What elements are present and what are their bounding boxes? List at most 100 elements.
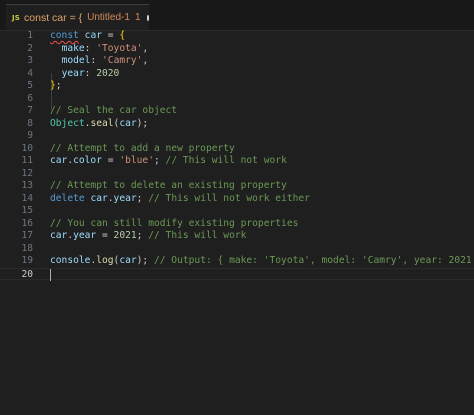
line-number: 17 [21, 230, 33, 241]
code-text: // You can still modify existing propert… [50, 218, 298, 231]
code-token: , [142, 55, 149, 66]
tab-title: const car = { [24, 11, 83, 24]
line-number: 12 [21, 167, 33, 179]
code-line[interactable]: 18 [0, 243, 474, 256]
code-token: car [50, 155, 68, 166]
code-line[interactable]: 5}; [0, 80, 474, 93]
code-token: car [119, 117, 137, 129]
code-token: // Output: { make: 'Toyota', model: 'Cam… [153, 255, 474, 266]
code-line[interactable]: 16 // You can still modify existing prope… [0, 218, 474, 231]
code-token: ; [55, 80, 62, 91]
line-number: 1 [27, 30, 33, 41]
code-token: year [73, 230, 97, 241]
code-token: 'Camry' [102, 55, 143, 66]
code-token: : [84, 42, 97, 54]
code-line[interactable]: 7 // Seal the car object [0, 105, 474, 118]
tab-untitled-1[interactable]: JS const car = { Untitled-1 1 [6, 4, 149, 30]
code-token: seal [90, 117, 114, 129]
code-token: model [61, 55, 91, 66]
code-text: // Attempt to add a new property [50, 143, 235, 156]
code-line[interactable]: 8 Object.seal(car); [0, 118, 474, 131]
code-token: ; [136, 230, 149, 241]
code-token: log [96, 255, 114, 266]
line-number: 9 [27, 130, 33, 141]
code-token: ; [153, 155, 166, 166]
text-cursor [50, 268, 51, 281]
code-line[interactable]: 12 [0, 168, 474, 181]
code-token: // This will not work either [148, 192, 310, 204]
code-token: car [90, 192, 108, 204]
code-token: 'blue' [119, 155, 154, 166]
code-token: car [119, 255, 137, 266]
code-line[interactable]: 14 delete car.year; // This will not work… [0, 193, 474, 206]
line-number: 14 [21, 192, 33, 204]
code-token: // This will not work [165, 155, 287, 166]
code-line[interactable]: 19 console.log(car); // Output: { make: '… [0, 255, 474, 268]
editor-window: JS const car = { Untitled-1 1 1 const car… [0, 0, 474, 415]
code-line[interactable]: 20 [0, 267, 474, 281]
line-number: 20 [21, 268, 33, 280]
code-token: { [119, 30, 126, 41]
tab-problem-count: 1 [134, 12, 141, 23]
code-line[interactable]: 15 [0, 205, 474, 218]
unsaved-dot-icon[interactable] [146, 14, 149, 21]
code-token: // Seal the car object [50, 105, 178, 116]
line-number: 13 [21, 180, 33, 191]
code-line[interactable]: 6 [0, 93, 474, 106]
tab-subtitle: Untitled-1 [87, 12, 130, 23]
code-token: // This will work [148, 230, 247, 241]
line-number: 16 [21, 217, 33, 229]
code-text: make: 'Toyota', [50, 42, 149, 56]
code-line[interactable]: 1 const car = { [0, 30, 474, 43]
code-text: }; [50, 80, 62, 93]
line-number: 2 [27, 42, 33, 54]
code-token: = [102, 30, 120, 41]
code-line[interactable]: 13 // Attempt to delete an existing prope… [0, 180, 474, 193]
code-line[interactable]: 11 car.color = 'blue'; // This will not w… [0, 155, 474, 168]
code-token: make [61, 42, 85, 54]
code-token: ; [136, 192, 149, 204]
code-token: car [84, 30, 102, 41]
line-number: 7 [27, 105, 33, 116]
line-number: 6 [27, 92, 33, 104]
code-token: year [61, 67, 85, 79]
code-token: // Attempt to add a new property [50, 142, 235, 154]
line-number: 8 [27, 117, 33, 129]
code-token: Object [50, 117, 85, 129]
code-line[interactable]: 10 // Attempt to add a new property [0, 143, 474, 156]
code-text: Object.seal(car); [50, 118, 148, 131]
code-text: car.color = 'blue'; // This will not wor… [50, 155, 287, 168]
code-token: color [73, 155, 102, 166]
code-editor[interactable]: 1 const car = {2 make: 'Toyota', 3 model: … [0, 30, 474, 415]
line-number: 18 [21, 242, 33, 254]
code-text: delete car.year; // This will not work e… [50, 193, 310, 206]
tab-bar: JS const car = { Untitled-1 1 [0, 0, 474, 31]
code-text: console.log(car); // Output: { make: 'To… [50, 255, 474, 268]
code-line[interactable]: 9 [0, 130, 474, 143]
code-token: : [90, 55, 103, 66]
code-token: 2021 [113, 230, 137, 241]
code-token: 'Toyota' [96, 42, 143, 54]
line-number: 15 [21, 205, 33, 216]
code-token: = [96, 230, 114, 241]
code-token: = [102, 155, 120, 166]
code-text: car.year = 2021; // This will work [50, 230, 246, 243]
code-token: // Attempt to delete an existing propert… [50, 180, 287, 191]
code-line[interactable]: 3 model: 'Camry', [0, 55, 474, 68]
line-number: 11 [21, 155, 33, 166]
code-token: : [84, 67, 97, 79]
code-token: // You can still modify existing propert… [50, 217, 299, 229]
code-line[interactable]: 2 make: 'Toyota', [0, 43, 474, 56]
line-number: 3 [27, 55, 33, 66]
code-line[interactable]: 4 year: 2020 [0, 68, 474, 81]
code-token: ); [136, 117, 149, 129]
code-token: year [113, 192, 137, 204]
code-token: ); [136, 255, 154, 266]
code-text: model: 'Camry', [50, 55, 149, 68]
code-line[interactable]: 17 car.year = 2021; // This will work [0, 230, 474, 243]
code-token: console [50, 255, 91, 266]
code-token: , [142, 42, 149, 54]
